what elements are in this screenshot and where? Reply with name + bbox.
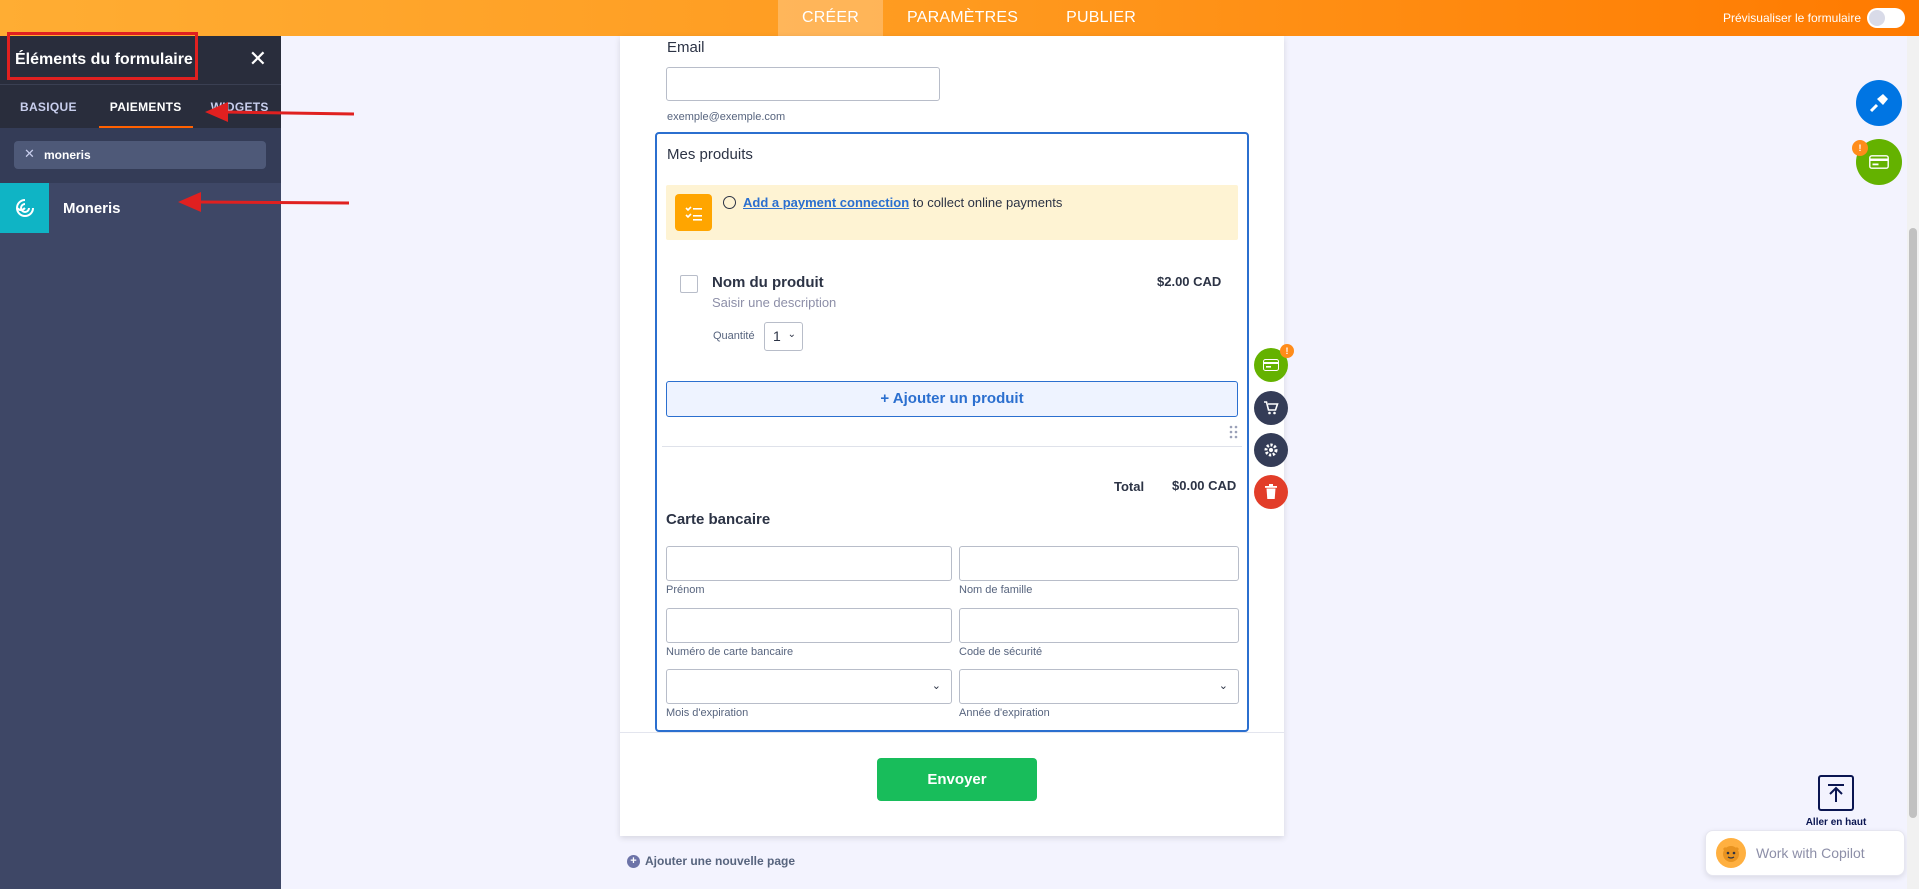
arrow-up-icon — [1818, 775, 1854, 811]
email-label: Email — [667, 39, 705, 56]
settings-button[interactable] — [1254, 433, 1288, 467]
exp-month-label: Mois d'expiration — [666, 707, 749, 719]
preview-toggle[interactable] — [1867, 8, 1905, 28]
form-designer-button[interactable] — [1856, 80, 1902, 126]
annotation-highlight-box — [7, 32, 198, 80]
credit-card-icon — [1263, 359, 1279, 371]
search-input[interactable]: ✕ moneris — [14, 141, 266, 169]
first-name-label: Prénom — [666, 584, 705, 596]
add-product-button[interactable]: + Ajouter un produit — [666, 381, 1238, 417]
clear-search-icon[interactable]: ✕ — [24, 146, 35, 162]
add-page-button[interactable]: + Ajouter une nouvelle page — [627, 854, 795, 868]
total-value: $0.00 CAD — [1172, 478, 1237, 493]
tab-widgets[interactable]: WIDGETS — [201, 85, 285, 129]
warning-badge: ! — [1280, 344, 1294, 358]
gear-icon — [1264, 443, 1278, 457]
quantity-value: 1 — [773, 328, 781, 344]
email-sublabel: exemple@exemple.com — [667, 111, 786, 123]
tab-publier[interactable]: PUBLIER — [1042, 0, 1160, 36]
preview-control: Prévisualiser le formulaire — [1723, 0, 1905, 36]
exp-year-select[interactable]: ⌄ — [959, 669, 1239, 704]
submit-button[interactable]: Envoyer — [877, 758, 1037, 801]
cart-button[interactable] — [1254, 391, 1288, 425]
tab-paiements[interactable]: PAIEMENTS — [98, 85, 193, 129]
chevron-down-icon: ⌄ — [931, 680, 941, 692]
warning-radio — [723, 196, 736, 209]
search-value: moneris — [44, 148, 91, 162]
scrollbar-thumb[interactable] — [1909, 228, 1917, 818]
tab-basique[interactable]: BASIQUE — [0, 85, 93, 129]
sidebar-item-moneris[interactable]: Moneris — [0, 183, 281, 233]
top-bar: CRÉER PARAMÈTRES PUBLIER Prévisualiser l… — [0, 0, 1919, 36]
card-number-field[interactable] — [666, 608, 952, 643]
tab-creer[interactable]: CRÉER — [778, 0, 884, 36]
cart-icon — [1264, 401, 1279, 415]
product-name: Nom du produit — [712, 274, 824, 291]
security-code-label: Code de sécurité — [959, 646, 1043, 658]
close-icon[interactable]: ✕ — [249, 48, 267, 70]
main-nav: CRÉER PARAMÈTRES PUBLIER — [778, 0, 1160, 36]
sidebar-item-label: Moneris — [63, 200, 121, 217]
preview-label: Prévisualiser le formulaire — [1722, 11, 1861, 25]
copilot-button[interactable]: Work with Copilot — [1705, 830, 1905, 876]
quantity-label: Quantité — [713, 330, 755, 342]
total-label: Total — [1114, 479, 1145, 494]
moneris-icon — [0, 183, 49, 233]
form-elements-panel: Éléments du formulaire ✕ BASIQUE PAIEMEN… — [0, 36, 281, 889]
card-divider — [620, 732, 1284, 733]
go-to-top-label: Aller en haut — [1805, 817, 1867, 828]
checklist-icon — [675, 194, 712, 231]
quantity-select[interactable]: 1 ⌄ — [764, 322, 803, 351]
product-price: $2.00 CAD — [1157, 274, 1222, 289]
payment-warning — [666, 185, 1238, 240]
warning-text: Add a payment connection to collect onli… — [743, 195, 1062, 210]
product-checkbox[interactable] — [680, 275, 698, 293]
paint-roller-icon — [1869, 94, 1888, 113]
warning-suffix: to collect online payments — [909, 195, 1063, 210]
credit-card-icon — [1869, 155, 1889, 169]
copilot-label: Work with Copilot — [1756, 845, 1865, 861]
product-description: Saisir une description — [712, 295, 837, 310]
chevron-down-icon: ⌄ — [787, 329, 796, 340]
credit-card-title: Carte bancaire — [666, 511, 771, 528]
last-name-field[interactable] — [959, 546, 1239, 581]
drag-handle-icon[interactable] — [1229, 425, 1239, 439]
exp-month-select[interactable]: ⌄ — [666, 669, 952, 704]
add-page-label: Ajouter une nouvelle page — [645, 854, 796, 868]
panel-tabs: BASIQUE PAIEMENTS WIDGETS — [0, 84, 281, 129]
copilot-avatar — [1716, 838, 1746, 868]
email-field[interactable] — [666, 67, 940, 101]
divider — [662, 446, 1242, 447]
plus-icon: + — [627, 854, 640, 868]
chevron-down-icon: ⌄ — [1218, 680, 1228, 692]
card-number-label: Numéro de carte bancaire — [666, 646, 794, 658]
delete-button[interactable] — [1254, 475, 1288, 509]
go-to-top-button[interactable]: Aller en haut — [1805, 775, 1867, 828]
first-name-field[interactable] — [666, 546, 952, 581]
tab-parametres[interactable]: PARAMÈTRES — [883, 0, 1042, 36]
add-payment-connection-link[interactable]: Add a payment connection — [743, 195, 909, 210]
warning-badge: ! — [1852, 140, 1868, 156]
security-code-field[interactable] — [959, 608, 1239, 643]
products-title: Mes produits — [667, 146, 753, 163]
search-area: ✕ moneris — [0, 128, 281, 183]
trash-icon — [1265, 484, 1277, 499]
last-name-label: Nom de famille — [959, 584, 1033, 596]
exp-year-label: Année d'expiration — [959, 707, 1050, 719]
